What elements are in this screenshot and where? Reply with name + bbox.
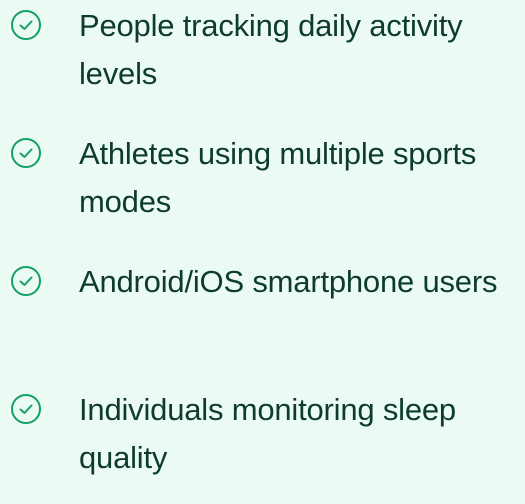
checklist-item-label: People tracking daily activity levels (79, 8, 463, 91)
check-circle-icon (10, 265, 42, 297)
check-circle-icon (10, 9, 42, 41)
target-users-checklist: People tracking daily activity levels At… (0, 0, 525, 476)
checklist-item: Individuals monitoring sleep quality (0, 384, 525, 504)
check-circle-icon (10, 137, 42, 169)
checklist-item-label: Individuals monitoring sleep quality (79, 392, 456, 475)
checklist-item: Android/iOS smartphone users (0, 256, 525, 376)
checklist-item: Athletes using multiple sports modes (0, 128, 525, 248)
checklist-item-label: Android/iOS smartphone users (79, 264, 498, 299)
checklist-item: People tracking daily activity levels (0, 0, 525, 120)
checklist-item-label: Athletes using multiple sports modes (79, 136, 477, 219)
check-circle-icon (10, 393, 42, 425)
